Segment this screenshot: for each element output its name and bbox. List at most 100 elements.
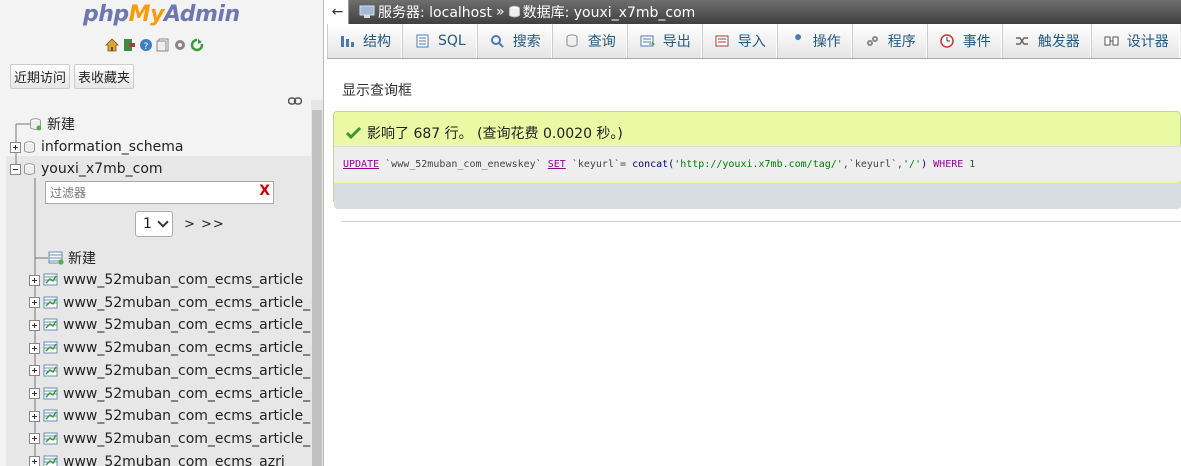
tree-table-item[interactable]: www_52muban_com_ecms_article_chec xyxy=(29,293,323,313)
tab-label: 操作 xyxy=(812,34,841,50)
scrollbar-thumb[interactable] xyxy=(312,110,322,466)
tree-new-table[interactable]: 新建 xyxy=(48,248,96,268)
expand-icon[interactable] xyxy=(10,141,21,153)
table-name[interactable]: www_52muban_com_ecms_article_doc xyxy=(63,363,323,379)
tab-query[interactable]: 查询 xyxy=(551,24,627,58)
new-table-icon xyxy=(48,251,64,265)
sql-icon xyxy=(416,34,429,48)
tab-sql[interactable]: SQL xyxy=(402,24,477,58)
table-filter[interactable]: X xyxy=(45,181,274,204)
clear-filter-icon[interactable]: X xyxy=(259,183,270,199)
expand-icon[interactable] xyxy=(29,365,40,377)
expand-icon[interactable] xyxy=(29,274,40,286)
home-icon[interactable] xyxy=(105,38,119,52)
tab-triggers[interactable]: 触发器 xyxy=(1001,24,1091,58)
sql-table-name: `www_52muban_com_enewskey` xyxy=(385,159,542,170)
table-name[interactable]: www_52muban_com_ecms_article_data xyxy=(63,340,323,356)
tree-database-information-schema[interactable]: information_schema xyxy=(10,137,184,157)
database-menu: 结构 SQL 搜索 查询 导出 导入 操作 程序 事件 触发器 设计器 xyxy=(327,24,1181,59)
tab-wrench[interactable]: 操作 xyxy=(776,24,852,58)
expand-icon[interactable] xyxy=(29,342,40,354)
tab-label: 查询 xyxy=(587,34,616,50)
expand-icon[interactable] xyxy=(29,319,40,331)
page-select[interactable]: 1 xyxy=(135,211,173,237)
expand-icon[interactable] xyxy=(29,388,40,399)
table-name[interactable]: www_52muban_com_ecms_article_doc xyxy=(63,386,323,402)
page-next-links[interactable]: > >> xyxy=(184,217,225,232)
tab-import[interactable]: 导入 xyxy=(701,24,777,58)
expand-icon[interactable] xyxy=(29,456,40,466)
phpmyadmin-logo[interactable]: phpMyAdmin xyxy=(83,2,240,27)
table-icon xyxy=(43,318,58,331)
nav-scrollbar[interactable] xyxy=(311,100,323,466)
tree-new-database[interactable]: 新建 xyxy=(30,114,75,134)
breadcrumb-database-label[interactable]: 数据库: youxi_x7mb_com xyxy=(523,2,696,22)
settings-icon[interactable] xyxy=(173,38,187,52)
expand-icon[interactable] xyxy=(29,297,40,309)
tab-export[interactable]: 导出 xyxy=(626,24,702,58)
breadcrumb-server[interactable]: 服务器: localhost xyxy=(349,2,492,22)
sql-keyword-set[interactable]: SET xyxy=(548,159,566,170)
reload-icon[interactable] xyxy=(190,38,204,52)
expand-icon[interactable] xyxy=(29,433,40,445)
table-icon xyxy=(43,409,58,422)
table-name[interactable]: www_52muban_com_ecms_article_chec xyxy=(63,317,323,333)
tree-table-item[interactable]: www_52muban_com_ecms_article_doc xyxy=(29,361,323,381)
favorite-tables-button[interactable]: 表收藏夹 xyxy=(74,64,135,89)
wrench-icon xyxy=(792,34,801,46)
database-name[interactable]: information_schema xyxy=(41,139,184,155)
sql-string: '/' xyxy=(903,159,922,170)
tab-routines[interactable]: 程序 xyxy=(851,24,927,58)
check-icon xyxy=(346,127,362,139)
sql-column: `keyurl` xyxy=(571,159,620,170)
table-icon xyxy=(43,387,58,399)
table-name[interactable]: www_52muban_com_ecms_azri xyxy=(63,454,285,466)
query-icon xyxy=(566,34,578,47)
new-database-icon xyxy=(30,117,41,130)
tab-designer[interactable]: 设计器 xyxy=(1090,24,1180,58)
exit-icon[interactable] xyxy=(122,38,136,52)
docs-icon[interactable] xyxy=(156,38,170,52)
page-value: 1 xyxy=(143,216,152,232)
tree-table-item[interactable]: www_52muban_com_ecms_article xyxy=(29,270,303,290)
help-icon[interactable]: ? xyxy=(139,38,153,52)
sql-value: 1 xyxy=(969,159,976,170)
tab-label: 设计器 xyxy=(1126,34,1169,50)
show-query-box-link[interactable]: 显示查询框 xyxy=(342,80,412,100)
triggers-icon xyxy=(1015,37,1028,45)
database-icon xyxy=(24,162,35,175)
sql-keyword-update[interactable]: UPDATE xyxy=(343,159,379,170)
table-icon xyxy=(43,296,58,309)
expand-icon[interactable] xyxy=(29,410,40,422)
tab-label: SQL xyxy=(438,33,466,49)
table-name[interactable]: www_52muban_com_ecms_article_inde xyxy=(63,431,323,447)
breadcrumb-database[interactable]: 数据库: youxi_x7mb_com xyxy=(505,2,696,22)
tree-database-youxi[interactable]: youxi_x7mb_com xyxy=(10,159,163,179)
table-icon xyxy=(43,341,58,354)
success-message: 影响了 687 行。 (查询花费 0.0020 秒。) xyxy=(367,126,623,142)
collapse-icon[interactable] xyxy=(10,163,21,175)
link-with-main-icon[interactable] xyxy=(288,96,302,106)
tree-table-item[interactable]: www_52muban_com_ecms_article_chec xyxy=(29,315,323,335)
database-name[interactable]: youxi_x7mb_com xyxy=(41,161,163,177)
tree-table-item[interactable]: www_52muban_com_ecms_article_inde xyxy=(29,429,323,449)
tree-table-item[interactable]: www_52muban_com_ecms_azri xyxy=(29,452,285,466)
filter-input[interactable] xyxy=(46,182,246,203)
tab-search[interactable]: 搜索 xyxy=(476,24,552,58)
breadcrumb-separator: » xyxy=(496,4,505,20)
breadcrumb-server-label[interactable]: 服务器: localhost xyxy=(378,2,492,22)
table-name[interactable]: www_52muban_com_ecms_article_chec xyxy=(63,295,323,311)
tree-table-item[interactable]: www_52muban_com_ecms_article_doc xyxy=(29,384,323,404)
divider xyxy=(342,221,1181,222)
tree-table-item[interactable]: www_52muban_com_ecms_article_data xyxy=(29,338,323,358)
tab-events[interactable]: 事件 xyxy=(926,24,1002,58)
tree-table-item[interactable]: www_52muban_com_ecms_article_doc xyxy=(29,406,323,426)
tab-structure[interactable]: 结构 xyxy=(327,24,402,58)
recent-tables-button[interactable]: 近期访问 xyxy=(10,64,71,89)
sql-column: `keyurl` xyxy=(848,159,897,170)
table-name[interactable]: www_52muban_com_ecms_article xyxy=(63,272,303,288)
tab-label: 导出 xyxy=(662,34,691,50)
table-name[interactable]: www_52muban_com_ecms_article_doc xyxy=(63,408,323,424)
structure-icon xyxy=(341,36,354,47)
back-arrow-icon[interactable]: ← xyxy=(327,0,349,24)
